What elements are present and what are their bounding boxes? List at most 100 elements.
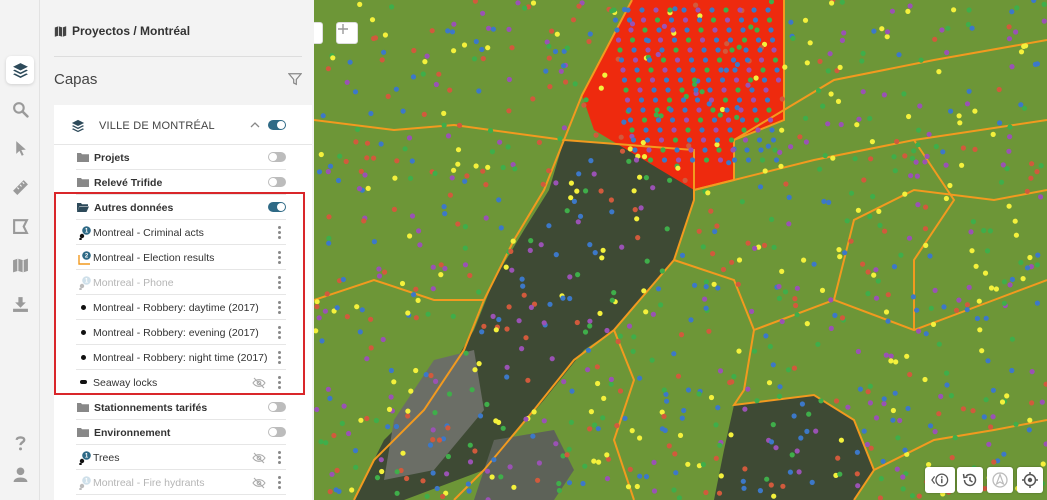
locate-button[interactable] xyxy=(1017,467,1043,493)
map-point xyxy=(543,68,549,74)
folder-stationnements[interactable]: Stationnements tarifés xyxy=(76,395,286,420)
map-point xyxy=(320,113,326,119)
map-point xyxy=(767,343,773,350)
map-point xyxy=(564,208,570,214)
map-point xyxy=(915,202,921,208)
map-point xyxy=(577,213,584,219)
map-point xyxy=(860,261,866,267)
map-point xyxy=(756,137,763,143)
map-point xyxy=(368,345,374,351)
select-button[interactable] xyxy=(6,134,34,162)
map-point xyxy=(865,269,871,275)
map-point xyxy=(629,428,635,434)
eye-off-icon[interactable] xyxy=(252,452,266,464)
map-point xyxy=(675,157,682,163)
map-point xyxy=(480,168,486,174)
map-point xyxy=(404,475,410,482)
map-point xyxy=(697,117,704,123)
map-point xyxy=(650,185,656,191)
map-point xyxy=(1001,451,1007,457)
map-point xyxy=(916,328,922,334)
map-point xyxy=(848,238,854,244)
measure-button[interactable] xyxy=(6,173,34,201)
map-point xyxy=(793,302,799,309)
download-button[interactable] xyxy=(6,290,34,318)
map-point xyxy=(641,117,648,123)
map-point xyxy=(664,226,670,232)
eye-off-icon[interactable] xyxy=(252,477,266,489)
map-point xyxy=(661,23,667,29)
map-point xyxy=(450,313,456,319)
map-point xyxy=(740,478,746,484)
help-button[interactable] xyxy=(6,428,34,456)
north-button[interactable] xyxy=(987,467,1013,493)
chevron-up-icon[interactable] xyxy=(250,121,260,129)
layers-button[interactable] xyxy=(6,56,34,84)
map-point xyxy=(364,415,370,422)
map-point xyxy=(382,32,388,38)
layer-toggle[interactable] xyxy=(268,152,286,162)
map-point xyxy=(430,470,436,476)
map-point xyxy=(959,162,965,168)
layer-fire-hydrants[interactable]: 1 Montreal - Fire hydrants xyxy=(76,470,286,495)
map-point xyxy=(964,307,970,313)
more-options-icon[interactable] xyxy=(277,451,281,464)
map-point xyxy=(711,281,717,287)
map-point xyxy=(917,103,923,109)
map-point xyxy=(943,162,949,168)
map-point xyxy=(433,81,439,88)
breadcrumb[interactable]: Proyectos / Montréal xyxy=(54,24,190,38)
map-point xyxy=(695,7,701,13)
map-point xyxy=(359,307,365,313)
group-header[interactable]: VILLE DE MONTRÉAL xyxy=(54,105,312,145)
map-point xyxy=(557,136,563,142)
map-point xyxy=(654,17,661,23)
map-point xyxy=(622,415,628,421)
folder-environnement[interactable]: Environnement xyxy=(76,420,286,445)
map-point xyxy=(430,437,436,443)
map-point xyxy=(904,353,910,359)
history-button[interactable] xyxy=(957,467,983,493)
user-button[interactable] xyxy=(6,460,34,488)
map-point xyxy=(392,175,398,181)
map-point xyxy=(682,17,689,23)
map-point xyxy=(871,28,877,34)
add-button[interactable] xyxy=(336,22,358,44)
map-point xyxy=(833,398,840,404)
map-point xyxy=(733,77,740,83)
filter-icon[interactable] xyxy=(288,72,302,86)
map-point xyxy=(515,0,521,6)
map-point xyxy=(977,327,983,333)
group-toggle[interactable] xyxy=(268,120,286,130)
layer-toggle[interactable] xyxy=(268,402,286,412)
map-point xyxy=(769,127,775,133)
basemap-button[interactable] xyxy=(6,251,34,279)
map-point xyxy=(722,48,728,54)
map-point xyxy=(794,312,800,318)
map-point xyxy=(892,168,898,174)
layer-toggle[interactable] xyxy=(268,177,286,187)
search-button[interactable] xyxy=(6,95,34,123)
map-point xyxy=(754,27,760,33)
map-point xyxy=(999,399,1006,405)
layer-trees[interactable]: 1 Trees xyxy=(76,445,286,470)
map-point xyxy=(671,37,678,43)
draw-button[interactable] xyxy=(6,212,34,240)
map-point xyxy=(633,157,640,163)
map-view[interactable] xyxy=(314,0,1047,500)
map-point xyxy=(632,147,638,153)
map-point xyxy=(797,134,803,140)
map-point xyxy=(318,439,324,445)
tool-rail xyxy=(0,0,40,500)
map-point xyxy=(382,269,388,275)
map-point xyxy=(956,297,962,303)
layer-toggle[interactable] xyxy=(268,427,286,437)
more-options-icon[interactable] xyxy=(277,476,281,489)
map-point xyxy=(632,207,638,213)
folder-projets[interactable]: Projets xyxy=(76,145,286,170)
map-point xyxy=(625,484,632,490)
collapse-panel-button[interactable] xyxy=(314,22,323,44)
info-button[interactable] xyxy=(925,467,955,493)
map-canvas[interactable] xyxy=(314,0,1047,500)
map-point xyxy=(777,149,783,155)
